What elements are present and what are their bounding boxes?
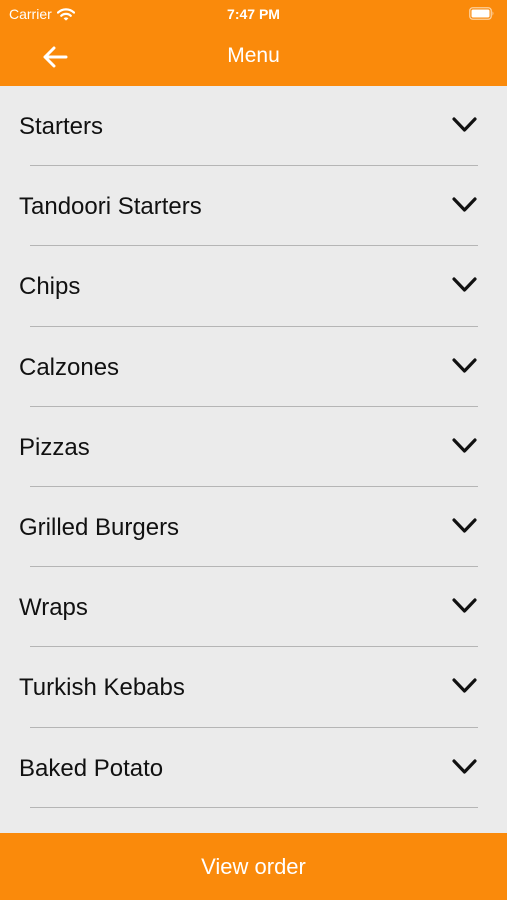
menu-category-wraps[interactable]: Wraps xyxy=(0,567,507,648)
menu-category-label: Chips xyxy=(19,273,81,301)
menu-category-list: Starters Tandoori Starters Chips Calzone… xyxy=(0,86,507,833)
menu-category-pizzas[interactable]: Pizzas xyxy=(0,407,507,487)
menu-category-turkish-kebabs[interactable]: Turkish Kebabs xyxy=(0,647,507,728)
menu-category-calzones[interactable]: Calzones xyxy=(0,327,507,407)
menu-category-label: Grilled Burgers xyxy=(19,513,180,541)
battery-icon xyxy=(469,7,494,20)
menu-category-chips[interactable]: Chips xyxy=(0,246,507,327)
nav-bar: Menu xyxy=(0,28,507,86)
menu-category-label: Starters xyxy=(19,113,104,140)
chevron-down-icon[interactable] xyxy=(452,197,477,213)
chevron-down-icon[interactable] xyxy=(452,277,477,293)
chevron-down-icon[interactable] xyxy=(452,357,477,374)
menu-category-label: Baked Potato xyxy=(19,754,164,782)
divider xyxy=(30,806,478,808)
chevron-down-icon[interactable] xyxy=(452,438,477,454)
status-bar: Carrier 7:47 PM xyxy=(0,0,507,28)
view-order-button[interactable]: View order xyxy=(0,833,507,900)
menu-category-label: Tandoori Starters xyxy=(19,193,202,221)
menu-category-starters[interactable]: Starters xyxy=(0,86,507,167)
status-time: 7:47 PM xyxy=(227,6,280,22)
menu-category-tandoori-starters[interactable]: Tandoori Starters xyxy=(0,166,507,247)
menu-category-label: Calzones xyxy=(19,353,120,381)
menu-category-baked-potato[interactable]: Baked Potato xyxy=(0,728,507,808)
menu-category-label: Wraps xyxy=(19,594,88,622)
page-title: Menu xyxy=(227,44,280,67)
menu-category-grilled-burgers[interactable]: Grilled Burgers xyxy=(0,487,507,568)
chevron-down-icon[interactable] xyxy=(452,598,477,614)
chevron-down-icon[interactable] xyxy=(452,117,477,133)
menu-category-label: Turkish Kebabs xyxy=(19,674,185,702)
chevron-down-icon[interactable] xyxy=(452,678,477,694)
chevron-down-icon[interactable] xyxy=(452,518,477,534)
menu-category-label: Pizzas xyxy=(19,433,90,461)
chevron-down-icon[interactable] xyxy=(452,758,477,775)
header: Carrier 7:47 PM Menu xyxy=(0,0,507,86)
